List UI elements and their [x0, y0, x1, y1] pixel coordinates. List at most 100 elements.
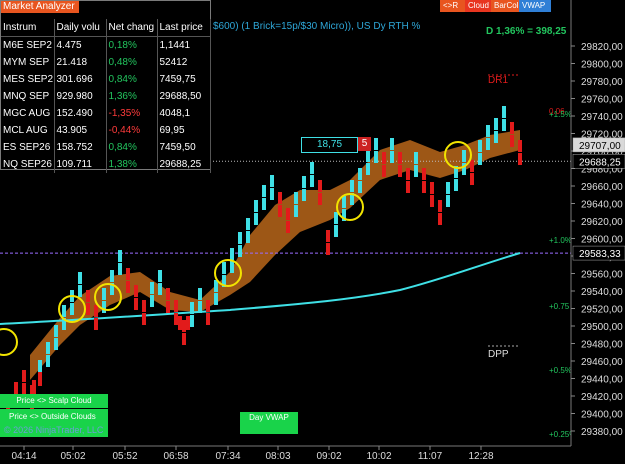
cell-net-change: 0,18% — [106, 36, 158, 54]
toolbar-chip-barcol[interactable]: BarCol — [491, 0, 521, 12]
renko-brick — [302, 189, 306, 201]
renko-brick — [374, 138, 378, 150]
renko-brick — [190, 315, 194, 327]
renko-brick — [86, 290, 90, 302]
renko-brick — [390, 151, 394, 163]
renko-brick — [510, 135, 514, 147]
price-tick-label: 29500,00 — [581, 322, 623, 333]
renko-brick — [102, 288, 106, 300]
time-tick-label: 06:58 — [163, 451, 188, 462]
price-marker-label: 29583,33 — [579, 249, 621, 260]
table-row[interactable]: MES SEP2 301.696 0,84% 7459,75 — [1, 71, 211, 88]
price-tick-label: 29400,00 — [581, 410, 623, 421]
price-tick-label: 29600,00 — [581, 235, 623, 246]
renko-brick — [182, 320, 186, 332]
renko-brick — [470, 160, 474, 172]
price-tick-label: 29540,00 — [581, 287, 623, 298]
order-qty-box[interactable]: 5 — [358, 137, 371, 151]
renko-brick — [246, 231, 250, 243]
dr1-label: DR1 — [488, 75, 508, 86]
price-tick-label: 29820,00 — [581, 42, 623, 53]
column-header-volume[interactable]: Daily volu — [54, 19, 107, 37]
renko-brick — [174, 313, 178, 325]
table-row[interactable]: MYM SEP 21.418 0,48% 52412 — [1, 54, 211, 71]
price-tick-label: 29520,00 — [581, 305, 623, 316]
day-vwap-button[interactable]: Day VWAP — [240, 412, 298, 434]
copyright-text: © 2026 NinjaTrader, LLC — [4, 425, 104, 435]
toolbar-chip-renko[interactable]: <>R — [440, 0, 468, 12]
toolbar-chip-cloud[interactable]: Cloud — [465, 0, 493, 12]
renko-brick — [134, 285, 138, 297]
cell-net-change: 0,84% — [106, 71, 158, 88]
cell-net-change: -0,44% — [106, 122, 158, 139]
renko-brick — [230, 261, 234, 273]
renko-brick — [198, 301, 202, 313]
cell-volume: 4.475 — [54, 36, 107, 54]
time-tick-label: 07:34 — [215, 451, 240, 462]
scalp-cloud-button[interactable]: Price <> Scalp Cloud — [0, 394, 108, 408]
table-row[interactable]: MCL AUG 43.905 -0,44% 69,95 — [1, 122, 211, 139]
renko-brick — [182, 333, 186, 345]
cell-last-price: 4048,1 — [157, 105, 211, 122]
time-tick-label: 10:02 — [366, 451, 391, 462]
cell-instrument: M6E SEP2 — [1, 36, 55, 54]
renko-brick — [206, 313, 210, 325]
renko-brick — [278, 205, 282, 217]
cell-net-change: 0,84% — [106, 139, 158, 156]
renko-brick — [286, 208, 290, 220]
column-header-instrument[interactable]: Instrum — [1, 19, 55, 37]
renko-brick — [382, 152, 386, 164]
renko-brick — [222, 262, 226, 274]
table-row[interactable]: MNQ SEP 929.980 1,36% 29688,50 — [1, 88, 211, 105]
renko-brick — [422, 181, 426, 193]
renko-brick — [454, 179, 458, 191]
renko-brick — [206, 300, 210, 312]
price-tick-label: 29560,00 — [581, 270, 623, 281]
order-price-box[interactable]: 18,75 — [301, 137, 358, 153]
time-tick-label: 12:28 — [468, 451, 493, 462]
market-analyzer-table: Instrum Daily volu Net chang Last price … — [1, 19, 211, 173]
cell-volume: 158.752 — [54, 139, 107, 156]
cell-last-price: 7459,75 — [157, 71, 211, 88]
renko-brick — [294, 205, 298, 217]
market-analyzer-title[interactable]: Market Analyzer — [1, 1, 79, 13]
market-analyzer-panel[interactable]: Market Analyzer Instrum Daily volu Net c… — [0, 0, 211, 173]
renko-brick — [358, 181, 362, 193]
table-row[interactable]: NQ SEP26 109.711 1,38% 29688,25 — [1, 156, 211, 173]
renko-brick — [414, 152, 418, 164]
toolbar-chip-vwap[interactable]: VWAP — [519, 0, 551, 12]
column-header-net-change[interactable]: Net chang — [106, 19, 158, 37]
time-tick-label: 11:07 — [418, 451, 443, 462]
price-marker-label: 29688,25 — [579, 157, 621, 168]
table-row[interactable]: M6E SEP2 4.475 0,18% 1,1441 — [1, 36, 211, 54]
renko-brick — [366, 163, 370, 175]
table-row[interactable]: MGC AUG 152.490 -1,35% 4048,1 — [1, 105, 211, 122]
renko-brick — [246, 218, 250, 230]
renko-brick — [310, 162, 314, 174]
renko-brick — [62, 305, 66, 317]
cell-last-price: 69,95 — [157, 122, 211, 139]
renko-brick — [342, 196, 346, 208]
renko-brick — [254, 200, 258, 212]
day-change-label: D 1,36% = 398,25 — [486, 26, 567, 37]
cell-instrument: MGC AUG — [1, 105, 55, 122]
renko-brick — [46, 342, 50, 354]
renko-brick-down — [32, 380, 36, 394]
renko-brick — [158, 270, 162, 282]
renko-brick-down — [178, 316, 182, 330]
renko-brick — [318, 193, 322, 205]
time-tick-label: 05:52 — [112, 451, 137, 462]
time-tick-label: 04:14 — [11, 451, 36, 462]
time-tick-label: 05:02 — [60, 451, 85, 462]
renko-brick — [494, 131, 498, 143]
dpp-label: DPP — [488, 349, 509, 360]
renko-brick — [438, 213, 442, 225]
renko-brick — [446, 182, 450, 194]
renko-brick — [126, 268, 130, 280]
price-tick-label: 29660,00 — [581, 182, 623, 193]
column-header-last-price[interactable]: Last price — [157, 19, 211, 37]
cell-volume: 301.696 — [54, 71, 107, 88]
renko-brick — [350, 180, 354, 192]
renko-brick — [494, 118, 498, 130]
table-row[interactable]: ES SEP26 158.752 0,84% 7459,50 — [1, 139, 211, 156]
